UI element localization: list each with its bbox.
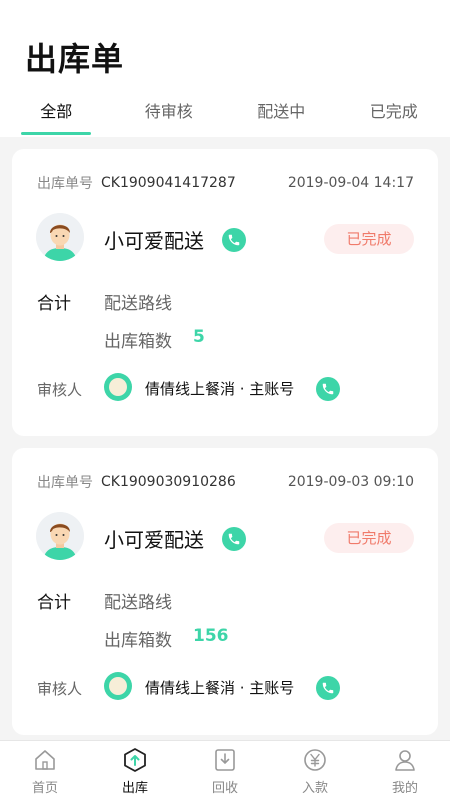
total-label: 合计	[37, 294, 71, 314]
order-time: 2019-09-03 09:10	[287, 474, 414, 490]
boxes-label: 出库箱数	[104, 631, 172, 651]
auditor-avatar	[104, 672, 132, 700]
order-no: CK1909030910286	[101, 474, 236, 490]
avatar	[36, 213, 84, 261]
auditor-avatar	[104, 373, 132, 401]
tabbar-outbound[interactable]: 出库	[90, 741, 180, 800]
phone-icon[interactable]	[316, 676, 340, 700]
user-icon	[395, 750, 415, 771]
auditor-name: 倩倩线上餐消 · 主账号	[145, 380, 295, 398]
auditor-label: 审核人	[37, 680, 83, 698]
order-row: 出库单号 CK1909041417287 2019-09-04 14:17	[37, 173, 414, 193]
avatar	[36, 512, 84, 560]
tab-completed[interactable]: 已完成	[338, 98, 450, 137]
status-badge: 已完成	[324, 523, 414, 553]
shop-name: 小可爱配送	[104, 528, 204, 552]
tabbar-home[interactable]: 首页	[0, 741, 90, 800]
shop-name: 小可爱配送	[104, 229, 204, 253]
tab-all[interactable]: 全部	[0, 98, 113, 137]
tabbar-mine[interactable]: 我的	[360, 741, 450, 800]
order-no: CK1909041417287	[101, 175, 236, 191]
home-icon	[35, 750, 55, 770]
route-label: 配送路线	[104, 593, 172, 613]
boxes-value: 5	[193, 327, 205, 347]
order-time: 2019-09-04 14:17	[287, 175, 414, 191]
status-badge: 已完成	[324, 224, 414, 254]
tabbar-recycle[interactable]: 回收	[180, 741, 270, 800]
order-card[interactable]: 出库单号 CK1909041417287 2019-09-04 14:17 小可…	[12, 149, 438, 436]
recycle-icon	[215, 749, 235, 771]
total-label: 合计	[37, 593, 71, 613]
tabbar-label: 出库	[121, 781, 148, 796]
person-avatar-icon	[36, 512, 84, 560]
header: 出库单 全部 待审核 配送中 已完成	[0, 0, 450, 137]
route-label: 配送路线	[104, 294, 172, 314]
outbound-icon	[124, 748, 146, 772]
phone-icon[interactable]	[316, 377, 340, 401]
order-row: 出库单号 CK1909030910286 2019-09-03 09:10	[37, 472, 414, 492]
tabbar-income[interactable]: 入款	[270, 741, 360, 800]
tabbar-label: 我的	[391, 781, 418, 796]
order-no-label: 出库单号	[37, 176, 93, 192]
auditor-name: 倩倩线上餐消 · 主账号	[145, 679, 295, 697]
order-no-label: 出库单号	[37, 475, 93, 491]
auditor-label: 审核人	[37, 381, 83, 399]
tabbar-label: 首页	[31, 781, 58, 796]
page-title: 出库单	[25, 40, 125, 78]
tab-delivering[interactable]: 配送中	[225, 98, 338, 137]
tab-pending-review[interactable]: 待审核	[113, 98, 226, 137]
boxes-value: 156	[193, 626, 229, 646]
yuan-icon	[304, 749, 326, 771]
phone-icon[interactable]	[222, 527, 246, 551]
person-avatar-icon	[36, 213, 84, 261]
tabbar-label: 回收	[211, 781, 238, 796]
tabbar-label: 入款	[301, 781, 328, 796]
bottom-tabbar: 首页 出库 回收 入款 我的	[0, 740, 450, 800]
phone-icon[interactable]	[222, 228, 246, 252]
filter-tabs: 全部 待审核 配送中 已完成	[0, 98, 450, 137]
boxes-label: 出库箱数	[104, 332, 172, 352]
order-card[interactable]: 出库单号 CK1909030910286 2019-09-03 09:10 小可…	[12, 448, 438, 735]
